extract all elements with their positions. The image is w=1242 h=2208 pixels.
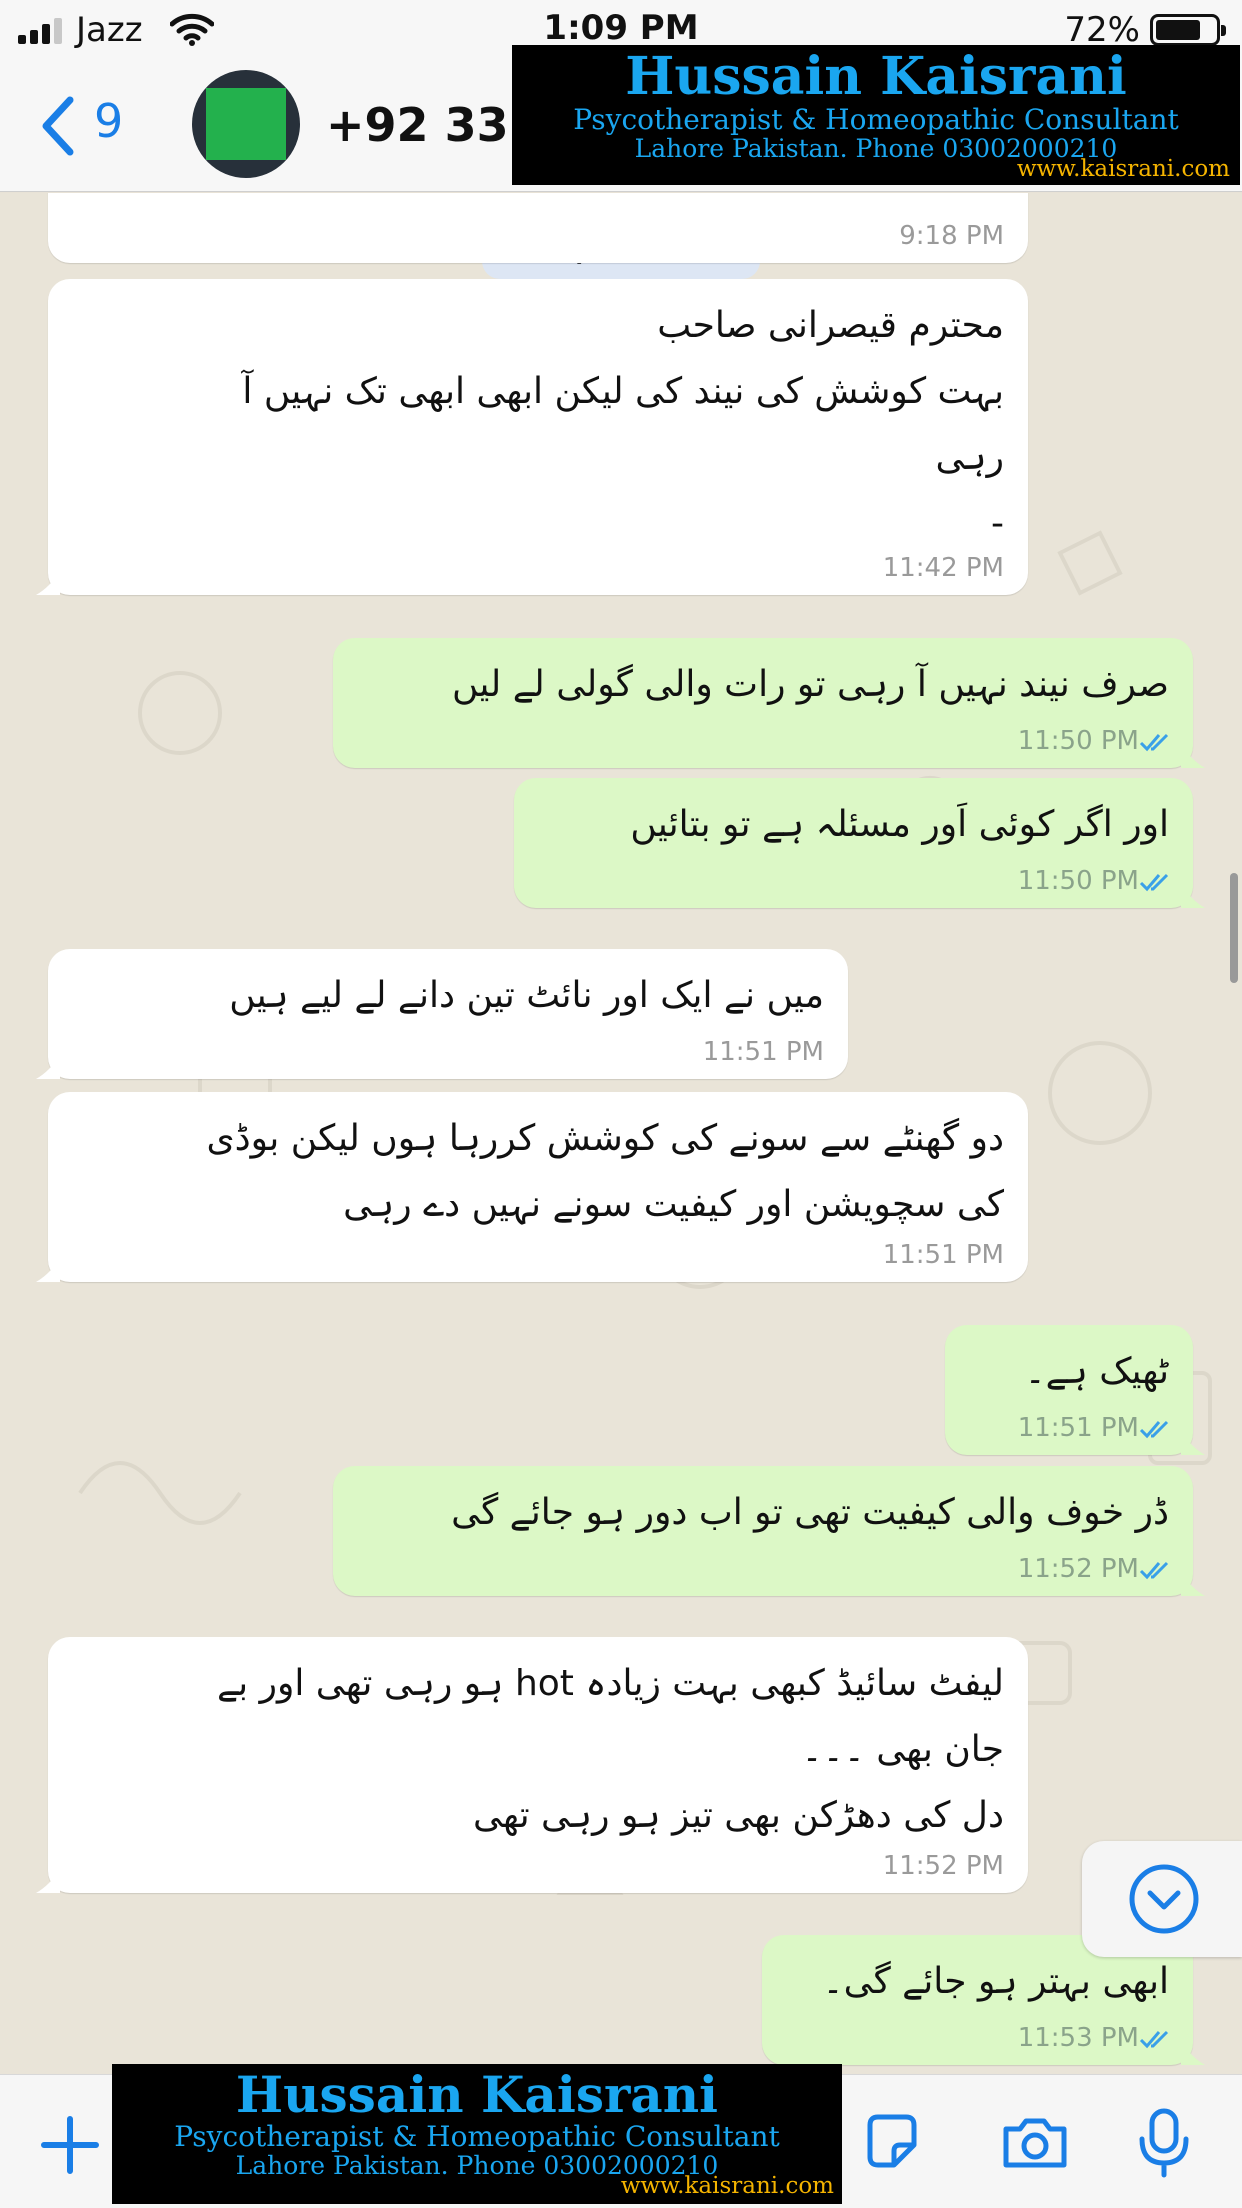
message-time: 11:42 PM bbox=[882, 553, 1004, 583]
message-time: 11:50 PM bbox=[1017, 726, 1139, 756]
message-time: 11:53 PM bbox=[1017, 2023, 1139, 2053]
message-bubble-incoming[interactable]: میں نے ایک اور نائٹ تین دانے لے لیے ہیں … bbox=[36, 949, 848, 1079]
double-check-icon bbox=[1139, 1420, 1169, 1439]
message-text: دو گھنٹے سے سونے کی کوشش کررہا ہوں لیکن … bbox=[206, 1118, 1004, 1225]
message-time: 11:51 PM bbox=[882, 1240, 1004, 1270]
banner-name: Hussain Kaisrani bbox=[235, 2065, 719, 2124]
message-time: 11:52 PM bbox=[882, 1851, 1004, 1881]
camera-icon[interactable] bbox=[1000, 2115, 1070, 2171]
banner-name: Hussain Kaisrani bbox=[625, 46, 1127, 107]
message-text: اور اگر کوئی اَور مسئلہ ہے تو بتائیں bbox=[630, 804, 1169, 845]
message-text: محترم قیصرانی صاحب بہت کوشش کی نیند کی ل… bbox=[242, 305, 1004, 544]
message-bubble-outgoing[interactable]: اور اگر کوئی اَور مسئلہ ہے تو بتائیں 11:… bbox=[514, 778, 1205, 908]
message-bubble-incoming[interactable]: دو گھنٹے سے سونے کی کوشش کررہا ہوں لیکن … bbox=[36, 1092, 1028, 1282]
message-time: 11:51 PM bbox=[1017, 1413, 1139, 1443]
contact-name[interactable]: +92 332 bbox=[326, 98, 541, 152]
message-time: 9:18 PM bbox=[899, 221, 1004, 251]
message-text: ابھی بہتر ہو جائے گی۔ bbox=[822, 1961, 1170, 2002]
contact-avatar[interactable] bbox=[192, 70, 300, 178]
message-text: ٹھیک ہے۔ bbox=[1024, 1351, 1169, 1392]
message-bubble-outgoing[interactable]: ٹھیک ہے۔ 11:51 PM bbox=[945, 1325, 1205, 1455]
chevron-down-circle-icon bbox=[1129, 1864, 1199, 1934]
scroll-to-bottom-button[interactable] bbox=[1082, 1841, 1242, 1957]
double-check-icon bbox=[1139, 733, 1169, 752]
message-bubble-incoming[interactable]: 9:18 PM bbox=[48, 193, 1028, 263]
battery-percent: 72% bbox=[1064, 10, 1140, 50]
double-check-icon bbox=[1139, 1561, 1169, 1580]
chevron-left-icon bbox=[42, 96, 74, 156]
unread-count: 9 bbox=[94, 94, 124, 148]
message-bubble-outgoing[interactable]: صرف نیند نہیں آ رہی تو رات والی گولی لے … bbox=[333, 638, 1205, 768]
message-text: ڈر خوف والی کیفیت تھی تو اب دور ہو جائے … bbox=[451, 1492, 1169, 1533]
back-button[interactable]: 9 bbox=[30, 88, 140, 158]
double-check-icon bbox=[1139, 2030, 1169, 2049]
message-text: لیفٹ سائیڈ کبھی بہت زیادہ hot ہو رہی تھی… bbox=[217, 1663, 1004, 1836]
double-check-icon bbox=[1139, 873, 1169, 892]
message-bubble-outgoing[interactable]: ڈر خوف والی کیفیت تھی تو اب دور ہو جائے … bbox=[333, 1466, 1205, 1596]
banner-title: Psycotherapist & Homeopathic Consultant bbox=[174, 2120, 780, 2153]
message-time: 11:51 PM bbox=[702, 1037, 824, 1067]
sticker-icon[interactable] bbox=[862, 2111, 922, 2171]
watermark-banner-top: Hussain Kaisrani Psycotherapist & Homeop… bbox=[512, 45, 1240, 185]
chat-area[interactable]: Tue, 27 Nov 9:18 PM محترم قیصرانی صاحب ب… bbox=[0, 193, 1242, 2074]
message-time: 11:50 PM bbox=[1017, 866, 1139, 896]
scroll-indicator[interactable] bbox=[1230, 873, 1238, 983]
microphone-icon[interactable] bbox=[1136, 2107, 1192, 2179]
message-bubble-incoming[interactable]: لیفٹ سائیڈ کبھی بہت زیادہ hot ہو رہی تھی… bbox=[36, 1637, 1028, 1893]
plus-icon[interactable] bbox=[40, 2115, 100, 2175]
banner-title: Psycotherapist & Homeopathic Consultant bbox=[573, 103, 1179, 136]
message-time: 11:52 PM bbox=[1017, 1554, 1139, 1584]
message-text: صرف نیند نہیں آ رہی تو رات والی گولی لے … bbox=[452, 664, 1169, 705]
battery-icon bbox=[1150, 14, 1226, 46]
status-time: 1:09 PM bbox=[543, 8, 699, 48]
message-bubble-incoming[interactable]: محترم قیصرانی صاحب بہت کوشش کی نیند کی ل… bbox=[36, 279, 1028, 595]
message-text: میں نے ایک اور نائٹ تین دانے لے لیے ہیں bbox=[229, 975, 824, 1016]
watermark-banner-bottom: Hussain Kaisrani Psycotherapist & Homeop… bbox=[112, 2064, 842, 2204]
